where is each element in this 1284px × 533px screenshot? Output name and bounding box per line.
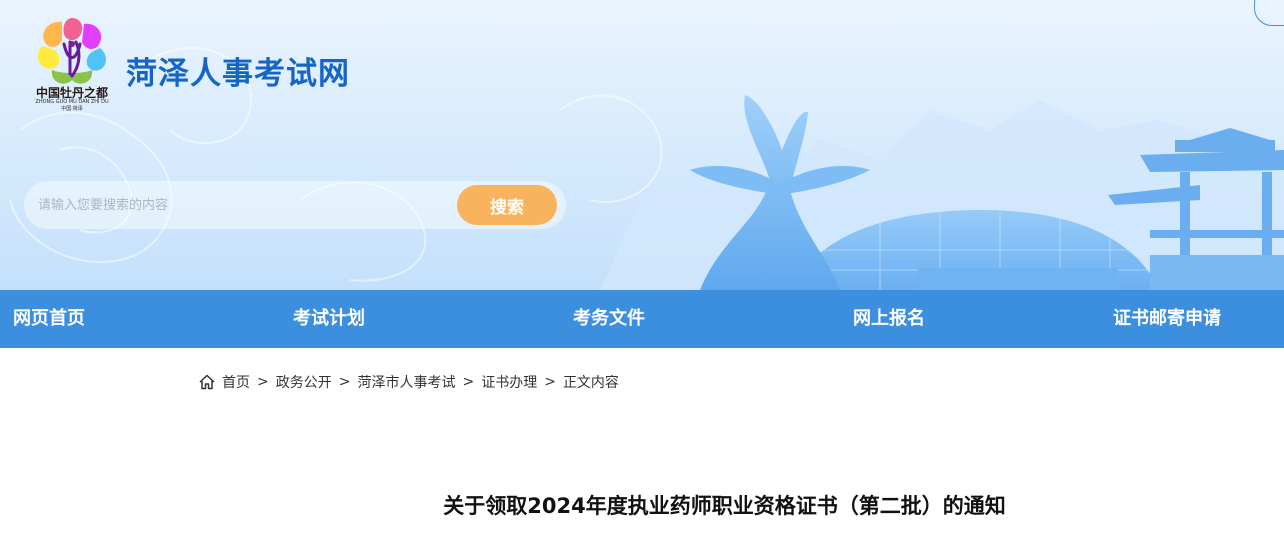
nav-item-exam-documents[interactable]: 考务文件	[573, 290, 645, 348]
logo-subtitle-en: ZHONG GUO MU DAN ZHI DU	[35, 99, 109, 105]
main-nav: 网页首页 考试计划 考务文件 网上报名 证书邮寄申请	[0, 290, 1284, 348]
breadcrumb-heze-personnel-exam[interactable]: 菏泽市人事考试	[357, 372, 455, 392]
header-background-illustration	[9, 47, 1284, 290]
breadcrumb-public-affairs[interactable]: 政务公开	[276, 372, 332, 392]
search-button[interactable]: 搜索	[457, 185, 557, 225]
search-box: 搜索	[24, 181, 566, 229]
search-input[interactable]	[38, 191, 448, 219]
breadcrumb-separator: >	[462, 374, 475, 390]
nav-item-exam-plan[interactable]: 考试计划	[293, 290, 365, 348]
logo-subtitle: ZHONG GUO MU DAN ZHI DU 中国·菏泽	[26, 99, 118, 113]
breadcrumb: 首页 > 政务公开 > 菏泽市人事考试 > 证书办理 > 正文内容	[198, 372, 619, 392]
breadcrumb-current: 正文内容	[562, 375, 619, 391]
site-header: 中国牡丹之都 ZHONG GUO MU DAN ZHI DU 中国·菏泽 菏泽人…	[0, 0, 1284, 290]
breadcrumb-separator: >	[544, 374, 556, 390]
breadcrumb-certificate-handling[interactable]: 证书办理	[481, 372, 537, 392]
breadcrumb-separator: >	[257, 374, 269, 390]
breadcrumb-home[interactable]: 首页	[222, 372, 250, 392]
article-title: 关于领取2024年度执业药师职业资格证书（第二批）的通知	[443, 494, 1006, 518]
site-title: 菏泽人事考试网	[126, 56, 350, 92]
nav-item-online-registration[interactable]: 网上报名	[853, 290, 925, 348]
logo-subtitle-cn: 中国·菏泽	[61, 106, 83, 112]
breadcrumb-separator: >	[338, 374, 351, 390]
home-icon[interactable]	[198, 373, 216, 391]
nav-item-certificate-mailing[interactable]: 证书邮寄申请	[1113, 290, 1221, 348]
nav-item-home[interactable]: 网页首页	[13, 290, 85, 348]
